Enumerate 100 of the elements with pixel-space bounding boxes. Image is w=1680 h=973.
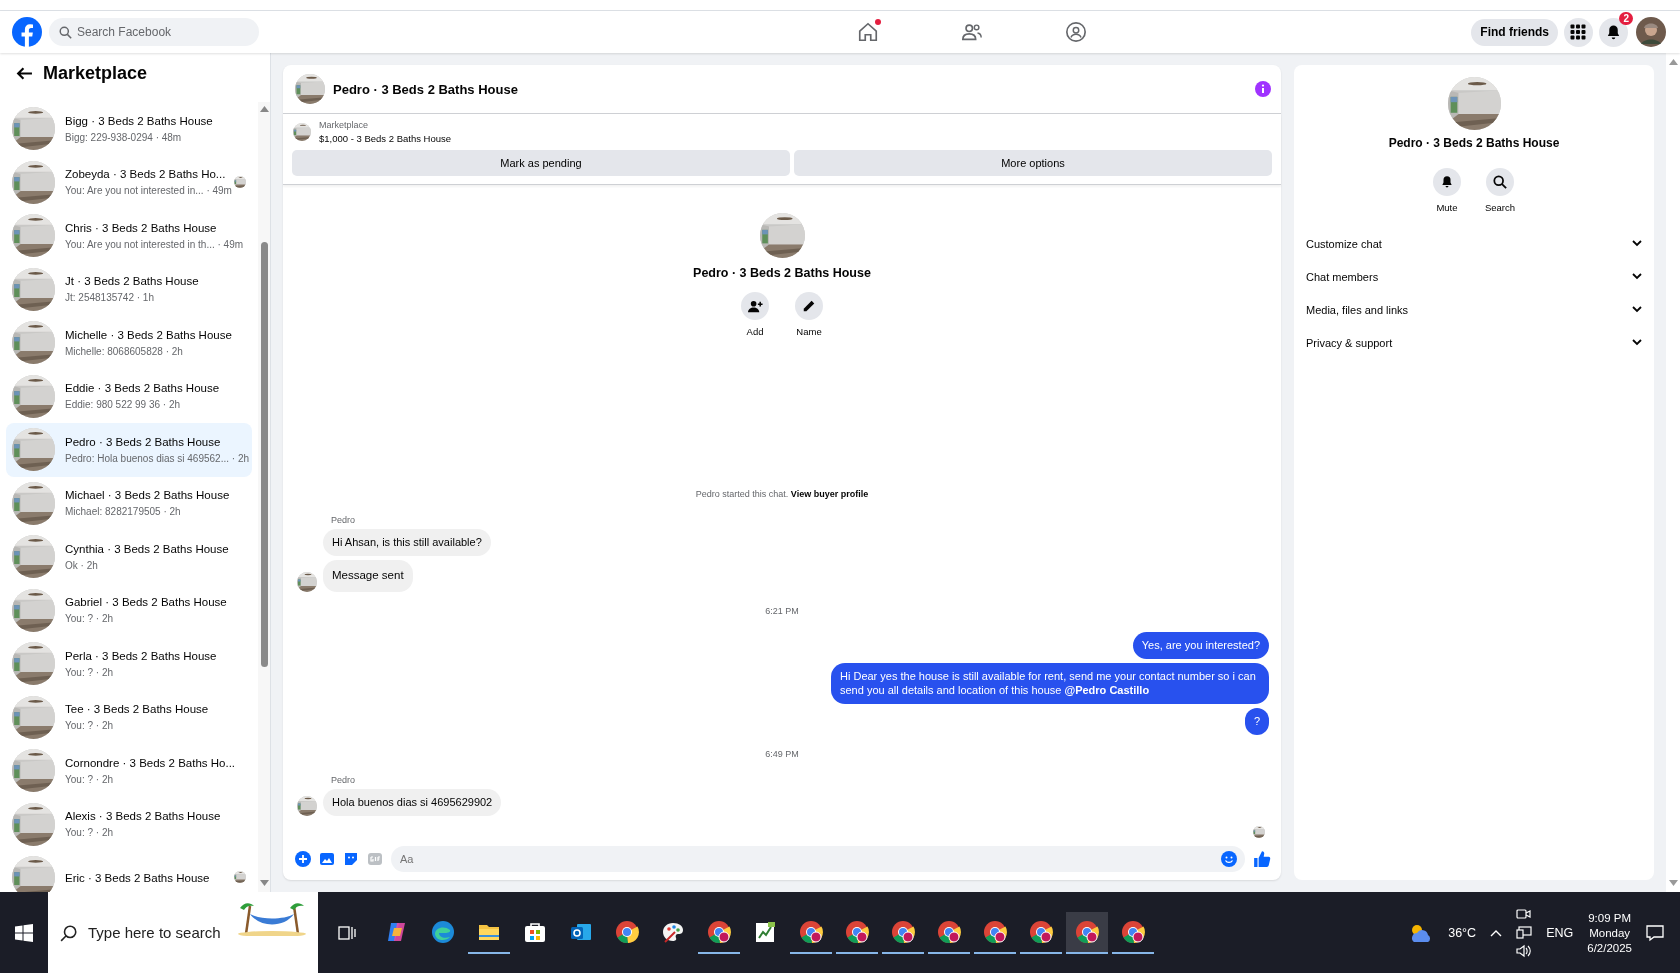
conversation-item[interactable]: Pedro · 3 Beds 2 Baths House Pedro: Hola buenos dias si 469562... · 2h: [6, 423, 252, 477]
windows-start-icon[interactable]: [15, 923, 33, 942]
sender-name: Pedro: [331, 775, 357, 786]
action-button[interactable]: More options: [794, 150, 1272, 176]
message-bubble: Message sent: [323, 560, 413, 592]
conversation-title: Eric · 3 Beds 2 Baths House: [65, 871, 210, 884]
task-view-icon[interactable]: [338, 924, 356, 941]
plus-icon[interactable]: [295, 851, 311, 867]
browser-icon: [891, 919, 915, 944]
edge-icon: [431, 919, 455, 944]
conversation-preview: You: ? · 2h: [65, 666, 113, 678]
conversation-preview: Pedro: Hola buenos dias si 469562... · 2h: [65, 452, 249, 464]
conversation-item[interactable]: Gabriel · 3 Beds 2 Baths House You: ? · 2h: [6, 583, 252, 637]
conversation-preview: You: Are you not interested in th... · 49m: [65, 238, 244, 250]
chevron-up-icon[interactable]: [1490, 928, 1503, 937]
conversation-item[interactable]: Chris · 3 Beds 2 Baths House You: Are you not interested in th... · 49m: [6, 209, 252, 263]
conversation-preview: Jt: 2548135742 · 1h: [65, 292, 154, 304]
conversation-item[interactable]: Eddie · 3 Beds 2 Baths House Eddie: 980 522 99 36 · 2h: [6, 369, 252, 423]
add-person-button[interactable]: [741, 292, 769, 320]
conversation-item[interactable]: Michelle · 3 Beds 2 Baths House Michelle: 8068605828 · 2h: [6, 316, 252, 370]
taskbar-app[interactable]: [1066, 911, 1108, 954]
conversation-title: Michael · 3 Beds 2 Baths House: [65, 489, 230, 502]
mute-button[interactable]: [1432, 168, 1461, 196]
conversation-item[interactable]: Perla · 3 Beds 2 Baths House You: ? · 2h: [6, 637, 252, 691]
conversation-name: Pedro · 3 Beds 2 Baths House: [693, 266, 871, 280]
conversation-title: Alexis · 3 Beds 2 Baths House: [65, 810, 221, 823]
facebook-logo[interactable]: [12, 17, 42, 47]
search-button[interactable]: [1486, 168, 1514, 196]
chat-title: Pedro · 3 Beds 2 Baths House: [333, 81, 519, 97]
timestamp: 6:49 PM: [764, 749, 800, 760]
scroll-down-icon[interactable]: [259, 880, 269, 886]
settings-section[interactable]: Customize chat: [1306, 227, 1642, 260]
conversation-item[interactable]: Zobeyda · 3 Beds 2 Baths Ho... You: Are you not interested in... · 49m: [6, 155, 252, 209]
scroll-up-icon[interactable]: [259, 106, 269, 112]
view-buyer-profile-link[interactable]: View buyer profile: [790, 489, 869, 500]
emoji-icon[interactable]: [1221, 851, 1237, 867]
temperature[interactable]: 36°C: [1448, 925, 1477, 940]
section-label: Media, files and links: [1306, 303, 1409, 316]
message-bubble: Hi Dear yes the house is still available for rent, send me your contact number so i can send you all details and location of this house @Pedro Castillo: [831, 662, 1269, 705]
speaker-icon[interactable]: [1516, 943, 1533, 958]
conversation-item[interactable]: Alexis · 3 Beds 2 Baths House You: ? · 2h: [6, 797, 252, 851]
find-friends-button[interactable]: Find friends: [1471, 18, 1558, 46]
listing-label: Marketplace: [319, 120, 370, 130]
scroll-down-icon[interactable]: [1668, 880, 1678, 886]
message-bubble: Yes, are you interested?: [1132, 631, 1269, 659]
clock-date[interactable]: 6/2/2025: [1587, 941, 1632, 954]
scrollbar[interactable]: [258, 102, 270, 892]
action-button[interactable]: Mark as pending: [292, 150, 790, 176]
timestamp: 6:21 PM: [764, 605, 800, 616]
conversation-title: Zobeyda · 3 Beds 2 Baths Ho...: [65, 168, 226, 181]
conversation-item[interactable]: Cynthia · 3 Beds 2 Baths House Ok · 2h: [6, 530, 252, 584]
notification-badge: 2: [1619, 11, 1633, 25]
search-field[interactable]: Search Facebook: [49, 18, 259, 46]
scroll-up-icon[interactable]: [1668, 59, 1678, 65]
message-input[interactable]: Aa: [391, 846, 1245, 872]
conversation-preview: You: ? · 2h: [65, 827, 113, 839]
edit-name-button[interactable]: [795, 292, 823, 320]
meet-icon[interactable]: [1516, 907, 1533, 922]
settings-section[interactable]: Privacy & support: [1306, 326, 1642, 359]
settings-section[interactable]: Media, files and links: [1306, 293, 1642, 326]
menu-button[interactable]: [1564, 17, 1593, 47]
conversation-title: Perla · 3 Beds 2 Baths House: [65, 649, 217, 662]
conversation-item[interactable]: Tee · 3 Beds 2 Baths House You: ? · 2h: [6, 690, 252, 744]
back-arrow-icon[interactable]: [16, 65, 33, 82]
section-label: Chat members: [1306, 270, 1379, 283]
groups-icon[interactable]: [1064, 21, 1087, 43]
image-icon[interactable]: [319, 851, 335, 867]
action-label: Mute: [1436, 202, 1458, 213]
settings-section[interactable]: Chat members: [1306, 260, 1642, 293]
sticker-icon[interactable]: [343, 851, 359, 867]
conversation-title: Michelle · 3 Beds 2 Baths House: [65, 328, 232, 341]
action-label: Name: [796, 326, 822, 337]
browser-icon: [937, 919, 961, 944]
conversation-preview: Bigg: 229-938-0294 · 48m: [65, 131, 182, 143]
scrollbar-thumb[interactable]: [260, 242, 268, 667]
search-icon: [59, 26, 72, 39]
chart-sheet-icon: [753, 919, 777, 944]
conversation-title: Pedro · 3 Beds 2 Baths House: [65, 435, 221, 448]
conversation-item[interactable]: Michael · 3 Beds 2 Baths House Michael: 8282179505 · 2h: [6, 476, 252, 530]
conversation-item[interactable]: Cornondre · 3 Beds 2 Baths Ho... You: ? · 2h: [6, 744, 252, 798]
browser-icon: [983, 919, 1007, 944]
conversation-item[interactable]: Jt · 3 Beds 2 Baths House Jt: 2548135742 · 1h: [6, 262, 252, 316]
language-indicator[interactable]: ENG: [1546, 925, 1574, 940]
conversation-title: Cornondre · 3 Beds 2 Baths Ho...: [65, 756, 236, 769]
home-icon[interactable]: [856, 21, 879, 43]
page-scrollbar[interactable]: [1666, 53, 1680, 892]
clock-day[interactable]: Monday: [1589, 926, 1631, 939]
friends-icon[interactable]: [960, 21, 983, 43]
notification-center-icon[interactable]: [1646, 923, 1664, 942]
network-icon[interactable]: [1516, 925, 1533, 940]
conversation-item[interactable]: Bigg · 3 Beds 2 Baths House Bigg: 229-938-0294 · 48m: [6, 102, 252, 156]
conversation-preview: Ok · 2h: [65, 559, 98, 571]
search-icon: [1493, 175, 1507, 189]
info-icon[interactable]: [1255, 81, 1271, 97]
profile-avatar[interactable]: [1636, 17, 1666, 47]
thumbs-up-icon[interactable]: [1253, 850, 1271, 868]
clock-time[interactable]: 9:09 PM: [1588, 911, 1632, 924]
browser-icon: [845, 919, 869, 944]
conversation-preview: You: ? · 2h: [65, 720, 113, 732]
search-icon: [60, 924, 78, 942]
